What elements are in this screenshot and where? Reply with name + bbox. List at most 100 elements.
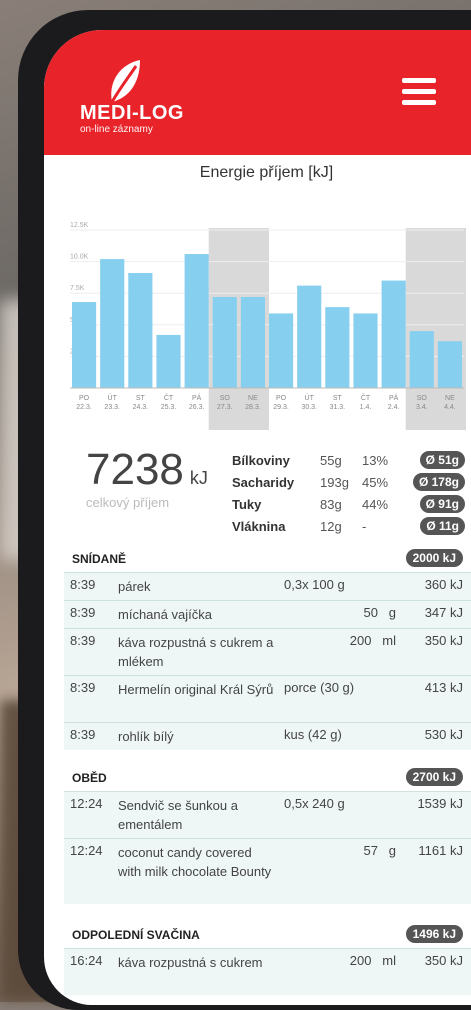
food-name: coconut candy covered with milk chocolat… xyxy=(118,845,272,879)
food-row[interactable]: 12:24 Sendvič se šunkou a ementálem 0,5x 2… xyxy=(64,791,471,838)
meal-title: OBĚD xyxy=(72,771,107,785)
x-tick-label: ČT xyxy=(164,393,174,402)
bar[interactable] xyxy=(100,259,125,388)
nutrient-percent: 13% xyxy=(362,453,389,468)
phone-screen: MEDI-LOG on-line záznamy Energie příjem … xyxy=(44,30,471,1005)
food-time: 8:39 xyxy=(70,605,96,620)
meal-title: SNÍDANĚ xyxy=(72,552,127,566)
food-energy: 350 kJ xyxy=(424,633,463,648)
food-name: káva rozpustná s cukrem a mlékem xyxy=(118,635,274,669)
nutrient-grams: 12g xyxy=(320,519,342,534)
nutrient-name: Bílkoviny xyxy=(232,453,290,468)
bar[interactable] xyxy=(128,272,153,388)
x-tick-label: 25.3. xyxy=(161,404,177,411)
x-tick-label: 3.4. xyxy=(416,404,428,411)
logo-subtitle: on-line záznamy xyxy=(80,124,153,135)
x-tick-label: ST xyxy=(136,395,146,402)
nutrient-average-badge: Ø 91g xyxy=(419,495,465,513)
food-name: párek xyxy=(118,579,151,594)
nutrient-grams: 55g xyxy=(320,453,342,468)
app-header: MEDI-LOG on-line záznamy xyxy=(44,30,471,155)
nutrient-average-badge: Ø 51g xyxy=(419,451,465,469)
x-tick-label: SO xyxy=(417,395,428,402)
x-tick-label: 22.3. xyxy=(76,404,92,411)
nutrient-percent: 44% xyxy=(362,497,389,512)
food-energy: 360 kJ xyxy=(424,577,463,592)
food-time: 8:39 xyxy=(70,680,96,695)
food-row[interactable]: 12:24 coconut candy covered with milk cho… xyxy=(64,838,471,904)
food-row[interactable]: 8:39 Hermelín original Král Sýrů porce (30… xyxy=(64,675,471,722)
food-energy: 413 kJ xyxy=(424,680,463,695)
meal-total-badge: 2000 kJ xyxy=(405,549,463,567)
nutrient-grams: 83g xyxy=(320,497,342,512)
food-time: 12:24 xyxy=(70,796,103,811)
total-label: celkový příjem xyxy=(86,495,170,510)
meal-rows: 12:24 Sendvič se šunkou a ementálem 0,5x 2… xyxy=(64,791,471,904)
nutrient-name: Tuky xyxy=(232,497,262,512)
food-row[interactable]: 8:39 káva rozpustná s cukrem a mlékem 200 … xyxy=(64,628,471,675)
food-time: 8:39 xyxy=(70,577,96,592)
x-tick-label: PO xyxy=(276,395,287,402)
food-name: rohlík bílý xyxy=(118,729,174,744)
bar[interactable] xyxy=(72,302,97,388)
bar[interactable] xyxy=(156,334,181,388)
x-tick-label: PO xyxy=(79,395,90,402)
x-tick-label: 30.3. xyxy=(301,404,317,411)
bar[interactable] xyxy=(297,285,322,388)
bar[interactable] xyxy=(212,296,237,388)
bar[interactable] xyxy=(381,280,406,388)
nutrient-percent: 45% xyxy=(362,475,389,490)
food-quantity: 0,5x 240 g xyxy=(284,796,345,811)
food-quantity: 0,3x 100 g xyxy=(284,577,345,592)
x-tick-label: ST xyxy=(333,395,343,402)
x-tick-label: ČT xyxy=(361,393,371,402)
food-energy: 1539 kJ xyxy=(417,796,463,811)
bar[interactable] xyxy=(269,313,294,388)
food-quantity: 200 ml xyxy=(349,633,396,648)
bar[interactable] xyxy=(325,307,350,388)
weekend-band xyxy=(405,228,466,430)
x-tick-label: 26.3. xyxy=(189,404,205,411)
x-tick-label: 29.3. xyxy=(273,404,289,411)
food-energy: 1161 kJ xyxy=(418,843,463,858)
totals-panel: 7238 kJ celkový příjem Bílkoviny 55g 13% Ø 5… xyxy=(44,425,471,565)
x-tick-label: PÁ xyxy=(192,393,202,402)
food-row[interactable]: 16:24 káva rozpustná s cukrem 200 ml 350 kJ xyxy=(64,948,471,995)
y-tick-label: 7.5K xyxy=(70,285,85,292)
meal-total-badge: 1496 kJ xyxy=(405,925,463,943)
x-tick-label: NE xyxy=(445,395,455,402)
y-tick-label: 10.0K xyxy=(70,254,89,261)
menu-icon[interactable] xyxy=(402,78,436,106)
nutrient-name: Sacharidy xyxy=(232,475,295,490)
food-row[interactable]: 8:39 párek 0,3x 100 g 360 kJ xyxy=(64,572,471,600)
food-energy: 350 kJ xyxy=(424,953,463,968)
nutrient-average-badge: Ø 11g xyxy=(420,517,465,535)
food-quantity: 50 g xyxy=(363,605,396,620)
total-energy: 7238 kJ xyxy=(86,445,208,494)
nutrient-grams: 193g xyxy=(320,475,349,490)
food-name: Sendvič se šunkou a ementálem xyxy=(118,798,238,832)
nutrient-name: Vláknina xyxy=(232,519,286,534)
bar[interactable] xyxy=(240,296,265,388)
food-row[interactable]: 8:39 rohlík bílý kus (42 g) 530 kJ xyxy=(64,722,471,750)
phone-frame: MEDI-LOG on-line záznamy Energie příjem … xyxy=(18,10,471,1010)
meal-rows: 16:24 káva rozpustná s cukrem 200 ml 350 kJ xyxy=(64,948,471,995)
logo-title[interactable]: MEDI-LOG xyxy=(80,102,184,125)
food-energy: 530 kJ xyxy=(424,727,463,742)
y-tick-label: 12.5K xyxy=(70,222,89,229)
meal-total-badge: 2700 kJ xyxy=(405,768,463,786)
meal-title: ODPOLEDNÍ SVAČINA xyxy=(72,928,200,942)
x-tick-label: SO xyxy=(220,395,231,402)
x-tick-label: ÚT xyxy=(305,393,315,402)
bar[interactable] xyxy=(409,331,434,388)
food-row[interactable]: 8:39 míchaná vajíčka 50 g 347 kJ xyxy=(64,600,471,628)
bar[interactable] xyxy=(353,313,378,388)
x-tick-label: NE xyxy=(248,395,258,402)
food-quantity: kus (42 g) xyxy=(284,727,342,742)
x-tick-label: 31.3. xyxy=(330,404,346,411)
x-tick-label: ÚT xyxy=(108,393,118,402)
bar[interactable] xyxy=(437,341,462,388)
food-quantity: porce (30 g) xyxy=(284,680,355,695)
food-name: Hermelín original Král Sýrů xyxy=(118,682,274,697)
bar[interactable] xyxy=(184,254,209,388)
